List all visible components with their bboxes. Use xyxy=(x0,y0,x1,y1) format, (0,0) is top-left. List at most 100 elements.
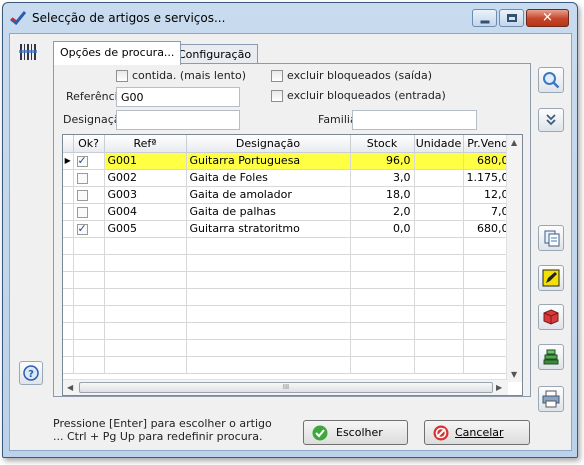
table-row[interactable]: G002 Gaita de Foles 3,0 1.175,00 xyxy=(63,169,520,187)
empty-table-row xyxy=(63,288,520,306)
row-ok-cell[interactable] xyxy=(73,220,105,238)
column-header-unidade[interactable]: Unidade xyxy=(414,135,464,153)
scroll-right-icon[interactable]: ▶ xyxy=(496,383,502,392)
edit-button[interactable] xyxy=(538,265,564,291)
cell-unidade[interactable] xyxy=(414,203,464,221)
table-row[interactable]: G005Guitarra stratoritmo0,0680,00 xyxy=(63,220,520,238)
cell-stock[interactable]: 18,0 xyxy=(350,186,415,204)
scroll-up-icon[interactable]: ▲ xyxy=(511,138,517,147)
magnifier-icon xyxy=(543,72,560,89)
hint-enter: Pressione [Enter] para escolher o artigo xyxy=(53,417,272,430)
referencia-input[interactable]: G00 xyxy=(116,87,240,107)
row-ok-cell[interactable] xyxy=(73,203,105,221)
expand-button[interactable] xyxy=(538,108,564,132)
cell-stock[interactable]: 0,0 xyxy=(350,220,415,238)
box-button[interactable] xyxy=(538,304,564,330)
column-header-ref[interactable]: Refª xyxy=(104,135,187,153)
row-ok-cell[interactable] xyxy=(73,152,105,170)
cell-designacao[interactable]: Gaita de Foles xyxy=(186,169,351,187)
empty-table-row xyxy=(63,339,520,357)
scroll-down-icon[interactable]: ▼ xyxy=(511,370,517,379)
escolher-button[interactable]: Escolher xyxy=(303,420,408,445)
search-button[interactable] xyxy=(538,67,564,93)
empty-cell xyxy=(414,271,464,289)
empty-cell xyxy=(73,339,105,357)
print-button[interactable] xyxy=(538,386,564,412)
familia-input[interactable] xyxy=(352,110,477,130)
empty-cell xyxy=(73,305,105,323)
close-button[interactable]: ✕ xyxy=(526,9,569,27)
empty-cell xyxy=(186,271,351,289)
stack-button[interactable] xyxy=(538,344,564,370)
minimize-button[interactable] xyxy=(472,9,497,27)
contida-checkbox[interactable] xyxy=(116,70,128,82)
column-header-stock[interactable]: Stock xyxy=(350,135,415,153)
cell-designacao[interactable]: Guitarra Portuguesa xyxy=(186,152,351,170)
tab-opcoes-procura[interactable]: Opções de procura... xyxy=(53,41,182,65)
row-ok-checkbox[interactable] xyxy=(76,222,88,235)
cell-stock[interactable]: 3,0 xyxy=(350,169,415,187)
current-row-arrow-icon: ▶ xyxy=(63,152,74,170)
empty-cell xyxy=(350,237,415,255)
print-icon xyxy=(542,390,560,408)
cell-unidade[interactable] xyxy=(414,169,464,187)
cell-designacao[interactable]: Guitarra stratoritmo xyxy=(186,220,351,238)
row-ok-checkbox[interactable] xyxy=(76,172,88,184)
cancelar-button[interactable]: Cancelar xyxy=(424,420,530,445)
excluir-saida-checkbox[interactable] xyxy=(271,70,283,82)
maximize-button[interactable] xyxy=(499,9,524,27)
cell-stock[interactable]: 2,0 xyxy=(350,203,415,221)
copy-icon xyxy=(544,230,560,247)
cell-ref[interactable]: G004 xyxy=(104,203,187,221)
empty-cell xyxy=(186,237,351,255)
results-grid[interactable]: Ok? Refª Designação Stock Unidade Pr.Ven… xyxy=(62,134,523,396)
cell-unidade[interactable] xyxy=(414,152,464,170)
barcode-icon xyxy=(19,44,37,60)
empty-cell xyxy=(73,322,105,340)
cancel-icon xyxy=(433,425,449,441)
cell-ref[interactable]: G003 xyxy=(104,186,187,204)
close-icon: ✕ xyxy=(542,10,553,26)
help-icon: ? xyxy=(23,365,39,381)
horizontal-scrollbar[interactable]: ◀ III ▶ xyxy=(63,379,508,395)
table-row[interactable]: G004 Gaita de palhas 2,0 7,00 xyxy=(63,203,520,221)
help-button[interactable]: ? xyxy=(19,361,43,385)
empty-cell xyxy=(186,305,351,323)
table-row[interactable]: ▶G001Guitarra Portuguesa96,0680,00 xyxy=(63,152,520,170)
scroll-left-icon[interactable]: ◀ xyxy=(67,383,73,392)
cell-ref[interactable]: G002 xyxy=(104,169,187,187)
vertical-scrollbar[interactable]: ▲ ▼ xyxy=(506,135,522,382)
empty-cell xyxy=(73,356,105,374)
column-header-ok[interactable]: Ok? xyxy=(73,135,105,153)
row-ok-checkbox[interactable] xyxy=(76,154,88,167)
excluir-entrada-checkbox[interactable] xyxy=(271,90,283,102)
row-ok-checkbox[interactable] xyxy=(76,189,88,201)
horizontal-scroll-thumb[interactable]: III xyxy=(79,382,493,393)
copy-button[interactable] xyxy=(538,225,564,251)
stack-icon xyxy=(543,349,559,365)
tab-configuracao[interactable]: Configuração xyxy=(171,44,259,64)
empty-table-row xyxy=(63,356,520,374)
excluir-saida-label: excluir bloqueados (saída) xyxy=(287,69,433,82)
designacao-input[interactable] xyxy=(116,110,240,130)
cell-stock[interactable]: 96,0 xyxy=(350,152,415,170)
empty-cell xyxy=(350,305,415,323)
row-ok-checkbox[interactable] xyxy=(76,206,88,218)
cell-unidade[interactable] xyxy=(414,186,464,204)
cell-designacao[interactable]: Gaita de palhas xyxy=(186,203,351,221)
empty-cell xyxy=(104,339,187,357)
cell-unidade[interactable] xyxy=(414,220,464,238)
cell-ref[interactable]: G001 xyxy=(104,152,187,170)
row-indicator xyxy=(63,186,74,204)
empty-cell xyxy=(73,237,105,255)
cell-designacao[interactable]: Gaita de amolador xyxy=(186,186,351,204)
row-ok-cell[interactable] xyxy=(73,186,105,204)
contida-label: contida. (mais lento) xyxy=(132,69,246,82)
box-icon xyxy=(543,309,559,325)
edit-icon xyxy=(542,269,560,287)
cell-ref[interactable]: G005 xyxy=(104,220,187,238)
row-ok-cell[interactable] xyxy=(73,169,105,187)
titlebar[interactable]: Selecção de artigos e serviços... ✕ xyxy=(3,3,577,33)
table-row[interactable]: G003 Gaita de amolador 18,0 12,00 xyxy=(63,186,520,204)
column-header-designacao[interactable]: Designação xyxy=(186,135,351,153)
